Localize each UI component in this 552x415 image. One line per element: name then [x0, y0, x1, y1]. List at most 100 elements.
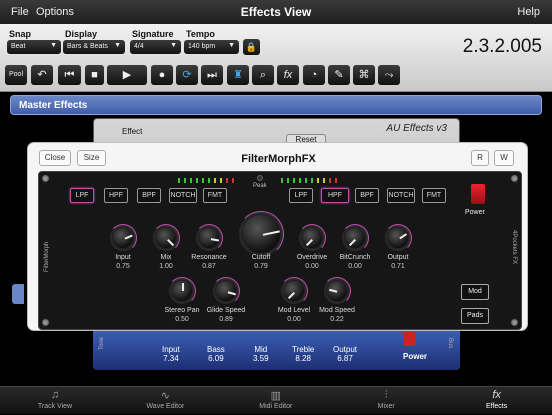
peak-led: [281, 178, 283, 183]
au-power-button[interactable]: [403, 332, 415, 346]
bitcrunch-knob[interactable]: [344, 227, 366, 249]
right-filter-notch[interactable]: NOTCH: [387, 188, 415, 203]
zoom-button[interactable]: ⌕: [252, 65, 274, 85]
tab-wave-editor[interactable]: ∿ Wave Editor: [110, 387, 220, 415]
route-icon: ⤳: [384, 69, 394, 81]
glide-speed-value: 0.89: [219, 316, 233, 323]
menu-help[interactable]: Help: [517, 6, 540, 18]
tab-label: Wave Editor: [146, 403, 185, 410]
mod-speed-value: 0.22: [330, 316, 344, 323]
rewind-button[interactable]: ⏮: [58, 65, 81, 85]
stereo-pan-knob[interactable]: [171, 280, 193, 302]
record-button[interactable]: ●: [151, 65, 173, 85]
fx-button[interactable]: fx: [277, 65, 299, 85]
resonance-knob[interactable]: [198, 227, 220, 249]
right-filter-fmt[interactable]: FMT: [422, 188, 446, 203]
mod-button[interactable]: Mod: [461, 284, 489, 300]
tempo-value: 140 bpm: [188, 43, 216, 50]
snap-select[interactable]: Beat ▼: [7, 40, 61, 54]
knob-pointer: [399, 233, 408, 240]
screw-icon: [42, 319, 49, 326]
undo-icon: ↶: [37, 69, 47, 81]
piano-keys-icon: ▥: [270, 390, 281, 402]
cutoff-label: Cutoff: [251, 254, 271, 261]
right-filter-bpf[interactable]: BPF: [355, 188, 379, 203]
w-button[interactable]: W: [494, 150, 514, 166]
loop-icon: ⟳: [182, 69, 192, 81]
glide-speed-knob[interactable]: [215, 280, 237, 302]
plugin-power-label: Power: [465, 209, 485, 216]
window-title: Effects View: [240, 5, 312, 19]
effect-label: Effect: [122, 127, 143, 136]
stop-icon: ■: [91, 69, 98, 81]
right-filter-lpf[interactable]: LPF: [289, 188, 313, 203]
screw-icon: [511, 175, 518, 182]
duck-button[interactable]: ◔: [303, 65, 325, 85]
tab-midi-editor[interactable]: ▥ Midi Editor: [221, 387, 331, 415]
screw-icon: [42, 175, 49, 182]
peak-led: [305, 178, 307, 183]
overdrive-knob[interactable]: [301, 227, 323, 249]
au-knob-bass[interactable]: Bass 6.09: [207, 345, 225, 363]
tempo-select[interactable]: 140 bpm ▼: [184, 40, 239, 54]
undo-button[interactable]: ↶: [31, 65, 53, 85]
mod-speed-knob[interactable]: [326, 280, 348, 302]
left-filter-lpf[interactable]: LPF: [70, 188, 94, 203]
lock-button[interactable]: 🔒: [243, 39, 260, 55]
au-knob-label: Mid: [254, 345, 268, 354]
au-knob-output[interactable]: Output 6.87: [333, 345, 357, 363]
knob-pointer: [348, 239, 356, 247]
tab-track-view[interactable]: ♫ Track View: [0, 387, 110, 415]
peak-led: [317, 178, 319, 183]
track-effects-bar-stub[interactable]: [12, 284, 24, 304]
r-button[interactable]: R: [471, 150, 489, 166]
mixer-faders-icon: ⫶: [384, 389, 388, 401]
master-effects-bar[interactable]: Master Effects: [10, 95, 542, 115]
knob-pointer: [210, 238, 220, 242]
peak-led: [208, 178, 210, 183]
cutoff-knob[interactable]: [241, 214, 281, 254]
master-effects-label: Master Effects: [19, 100, 88, 111]
plugin-dialog: Close Size FilterMorphFX R W FilterMorph…: [27, 142, 528, 331]
au-knob-treble[interactable]: Treble 8.28: [292, 345, 314, 363]
wrench-icon: ✎: [334, 69, 344, 81]
output-knob[interactable]: [387, 227, 409, 249]
mod-level-knob[interactable]: [283, 280, 305, 302]
right-filter-hpf[interactable]: HPF: [321, 188, 349, 203]
tab-label: Effects: [485, 403, 508, 410]
metronome-button[interactable]: ♜: [227, 65, 249, 85]
wrench-button[interactable]: ✎: [328, 65, 350, 85]
left-filter-bpf[interactable]: BPF: [137, 188, 161, 203]
music-note-icon: ♫: [50, 389, 60, 401]
stop-button[interactable]: ■: [85, 65, 104, 85]
left-filter-notch[interactable]: NOTCH: [169, 188, 197, 203]
knob-pointer: [305, 239, 313, 247]
snap-value: Beat: [11, 43, 26, 50]
au-knob-value: 6.87: [337, 354, 353, 363]
au-knob-input[interactable]: Input 7.34: [162, 345, 180, 363]
signature-select[interactable]: 4/4 ▼: [130, 40, 181, 54]
peak-led: [196, 178, 198, 183]
tab-mixer[interactable]: ⫶ Mixer: [331, 387, 441, 415]
input-knob[interactable]: [112, 227, 134, 249]
peak-led: [287, 178, 289, 183]
loop-button[interactable]: ⟳: [176, 65, 198, 85]
filtermorph-side-label: FilterMorph: [44, 241, 50, 272]
display-select[interactable]: Bars & Beats ▼: [63, 40, 125, 54]
pads-button[interactable]: Pads: [461, 308, 489, 324]
binoculars-button[interactable]: ⌘: [353, 65, 375, 85]
mix-knob[interactable]: [155, 227, 177, 249]
route-button[interactable]: ⤳: [378, 65, 400, 85]
left-filter-hpf[interactable]: HPF: [104, 188, 128, 203]
tab-label: Midi Editor: [259, 403, 293, 410]
pool-button[interactable]: Pool: [5, 65, 27, 85]
forward-button[interactable]: ⏭: [201, 65, 223, 85]
play-button[interactable]: ▶: [107, 65, 147, 85]
signature-value: 4/4: [134, 43, 144, 50]
tab-effects[interactable]: fx Effects: [442, 387, 552, 415]
glide-speed-label: Glide Speed: [206, 307, 246, 314]
au-knob-mid[interactable]: Mid 3.59: [253, 345, 269, 363]
tab-label: Mixer: [377, 403, 395, 410]
plugin-power-button[interactable]: [471, 184, 485, 204]
left-filter-fmt[interactable]: FMT: [203, 188, 227, 203]
